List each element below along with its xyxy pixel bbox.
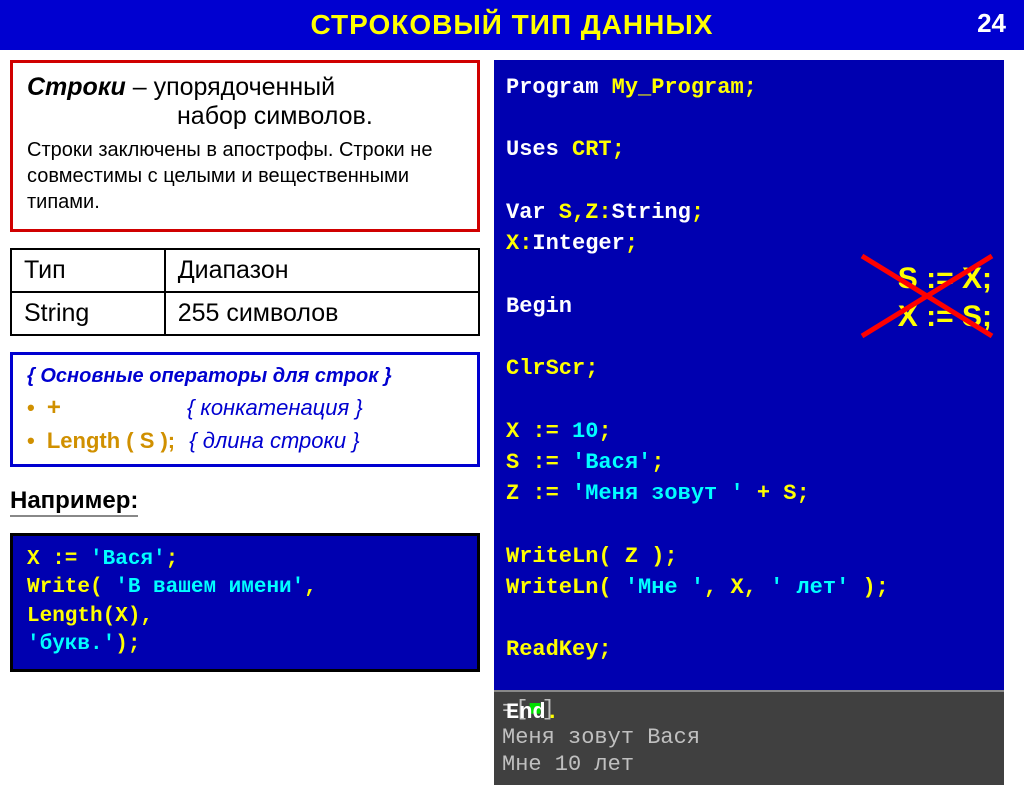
code-line: End. bbox=[506, 697, 998, 728]
error-overlay: S := X; X := S; bbox=[898, 260, 992, 335]
bullet-icon: • bbox=[27, 395, 35, 420]
page-number: 24 bbox=[977, 8, 1006, 39]
operator-comment: { длина строки } bbox=[189, 428, 359, 453]
code-line: Var S,Z:String; bbox=[506, 197, 998, 228]
definition-l1-after: – упорядоченный bbox=[126, 73, 335, 101]
table-header-row: Тип Диапазон bbox=[11, 249, 479, 292]
code-line: X := 'Вася'; bbox=[27, 546, 463, 574]
right-column: Program My_Program; Uses CRT; Var S,Z:St… bbox=[494, 60, 1004, 785]
td-type: String bbox=[11, 292, 165, 335]
content-area: Строки – упорядоченный набор символов. С… bbox=[0, 50, 1024, 785]
code-line: Z := 'Меня зовут ' + S; bbox=[506, 478, 998, 509]
operators-title: { Основные операторы для строк } bbox=[27, 365, 463, 388]
code-line: Program My_Program; bbox=[506, 72, 998, 103]
td-range: 255 символов bbox=[165, 292, 479, 335]
code-line: ClrScr; bbox=[506, 353, 998, 384]
operators-box: { Основные операторы для строк } • + { к… bbox=[10, 352, 480, 467]
error-line1: S := X; bbox=[898, 260, 992, 298]
bullet-icon: • bbox=[27, 428, 35, 453]
code-line: Write( 'В вашем имени', bbox=[27, 574, 463, 602]
code-line: WriteLn( Z ); bbox=[506, 541, 998, 572]
table-row: String 255 символов bbox=[11, 292, 479, 335]
definition-line2: набор символов. bbox=[27, 102, 463, 131]
definition-line1: Строки – упорядоченный bbox=[27, 73, 463, 102]
th-range: Диапазон bbox=[165, 249, 479, 292]
type-table: Тип Диапазон String 255 символов bbox=[10, 248, 480, 336]
operator-symbol: + bbox=[47, 394, 61, 421]
left-column: Строки – упорядоченный набор символов. С… bbox=[10, 60, 480, 785]
definition-box: Строки – упорядоченный набор символов. С… bbox=[10, 60, 480, 232]
definition-term: Строки bbox=[27, 73, 126, 101]
code-line: X := 10; bbox=[506, 416, 998, 447]
code-line: S := 'Вася'; bbox=[506, 447, 998, 478]
code-line: X:Integer; bbox=[506, 228, 998, 259]
code-line: ReadKey; bbox=[506, 634, 998, 665]
code-line: Uses CRT; bbox=[506, 134, 998, 165]
operator-item-2: • Length ( S ); { длина строки } bbox=[27, 428, 463, 454]
definition-note: Строки заключены в апострофы. Строки не … bbox=[27, 137, 463, 215]
code-line: Length(X), bbox=[27, 603, 463, 631]
example-code-block: X := 'Вася'; Write( 'В вашем имени', Len… bbox=[10, 533, 480, 672]
operator-length: Length ( S ); bbox=[47, 428, 175, 453]
code-line: WriteLn( 'Мне ', X, ' лет' ); bbox=[506, 572, 998, 603]
page-title: СТРОКОВЫЙ ТИП ДАННЫХ bbox=[311, 9, 714, 41]
example-label: Например: bbox=[10, 487, 138, 517]
page-header: СТРОКОВЫЙ ТИП ДАННЫХ 24 bbox=[0, 0, 1024, 50]
error-line2: X := S; bbox=[898, 298, 992, 336]
th-type: Тип bbox=[11, 249, 165, 292]
operator-item-1: • + { конкатенация } bbox=[27, 394, 463, 422]
operator-comment: { конкатенация } bbox=[187, 395, 363, 420]
code-line: 'букв.'); bbox=[27, 631, 463, 659]
output-line2: Мне 10 лет bbox=[502, 751, 996, 779]
main-code-block: Program My_Program; Uses CRT; Var S,Z:St… bbox=[494, 60, 1004, 690]
